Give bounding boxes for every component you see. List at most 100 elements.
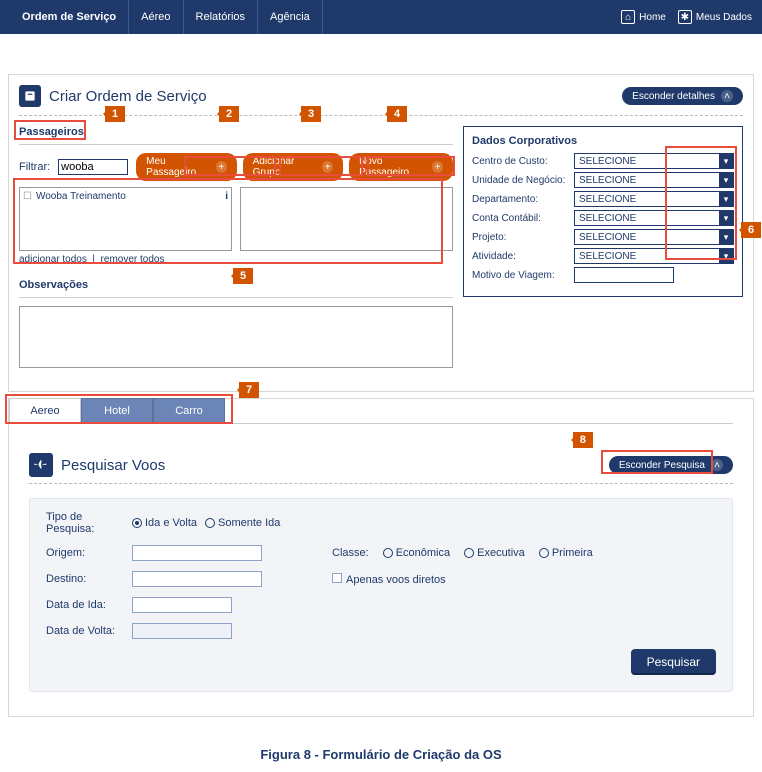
corp-departamento-row: Departamento: SELECIONE ▾ — [472, 191, 734, 207]
diretos-row: Apenas voos diretos — [332, 573, 446, 586]
observations-textarea[interactable] — [19, 306, 453, 368]
home-link[interactable]: ⌂ Home — [621, 10, 666, 24]
figure-caption: Figura 8 - Formulário de Criação da OS — [0, 747, 762, 762]
corp-conta-select[interactable]: SELECIONE ▾ — [574, 210, 734, 226]
my-passenger-button[interactable]: Meu Passageiro + — [136, 153, 236, 181]
hide-details-label: Esconder detalhes — [632, 91, 715, 102]
plus-icon: + — [432, 161, 443, 173]
search-title-row: Pesquisar Voos 8 Esconder Pesquisa ˄ — [29, 453, 733, 477]
plus-icon: + — [216, 161, 227, 173]
data-volta-row: Data de Volta: — [46, 623, 716, 639]
top-nav-left: Ordem de Serviço Aéreo Relatórios Agênci… — [10, 0, 323, 34]
list-item-name: Wooba Treinamento — [36, 191, 126, 202]
panel-title: Criar Ordem de Serviço — [49, 88, 207, 105]
destino-label: Destino: — [46, 573, 132, 585]
home-icon: ⌂ — [621, 10, 635, 24]
corp-select-value: SELECIONE — [579, 156, 636, 167]
passenger-source-list[interactable]: ☐ Wooba Treinamento i — [19, 187, 232, 251]
add-all-link[interactable]: adicionar todos — [19, 254, 87, 265]
nav-agencia[interactable]: Agência — [258, 0, 323, 34]
callout-1: 1 — [105, 106, 125, 122]
data-ida-input[interactable] — [132, 597, 232, 613]
new-passenger-button[interactable]: Novo Passageiro + — [349, 153, 453, 181]
order-icon — [19, 85, 41, 107]
info-icon[interactable]: i — [225, 191, 228, 202]
chevron-up-icon: ˄ — [711, 459, 723, 471]
hide-search-wrap: 8 Esconder Pesquisa ˄ — [609, 456, 733, 474]
new-passenger-label: Novo Passageiro — [359, 156, 426, 178]
data-ida-label: Data de Ida: — [46, 599, 132, 611]
radio-label: Econômica — [396, 547, 450, 559]
corp-motivo-input[interactable] — [574, 267, 674, 283]
observations-section: Observações — [19, 279, 453, 371]
corp-select-value: SELECIONE — [579, 251, 636, 262]
corp-atividade-select[interactable]: SELECIONE ▾ — [574, 248, 734, 264]
destino-input[interactable] — [132, 571, 262, 587]
nav-relatorios[interactable]: Relatórios — [184, 0, 259, 34]
corp-centro-custo-select[interactable]: SELECIONE ▾ — [574, 153, 734, 169]
corp-label: Atividade: — [472, 251, 570, 262]
tab-aereo[interactable]: Aereo — [9, 398, 81, 423]
radio-ida-volta[interactable]: Ida e Volta — [132, 517, 197, 529]
tipo-label: Tipo de Pesquisa: — [46, 511, 132, 535]
data-volta-input[interactable] — [132, 623, 232, 639]
origem-label: Origem: — [46, 547, 132, 559]
corp-label: Unidade de Negócio: — [472, 175, 570, 186]
plus-icon: + — [322, 161, 333, 173]
hide-search-button[interactable]: Esconder Pesquisa ˄ — [609, 456, 733, 474]
search-button[interactable]: Pesquisar — [631, 649, 716, 675]
filter-input[interactable] — [58, 159, 128, 175]
passengers-section-title: Passageiros — [19, 126, 453, 138]
passenger-target-list[interactable] — [240, 187, 453, 251]
meus-dados-link[interactable]: ✱ Meus Dados — [678, 10, 752, 24]
list-item[interactable]: ☐ Wooba Treinamento i — [23, 191, 228, 202]
corp-projeto-select[interactable]: SELECIONE ▾ — [574, 229, 734, 245]
radio-executiva[interactable]: Executiva — [464, 547, 525, 559]
corp-select-value: SELECIONE — [579, 213, 636, 224]
corp-select-value: SELECIONE — [579, 194, 636, 205]
filter-label: Filtrar: — [19, 161, 50, 173]
observations-title: Observações — [19, 279, 453, 291]
corporate-title: Dados Corporativos — [472, 135, 734, 147]
nav-ordem-servico[interactable]: Ordem de Serviço — [10, 0, 129, 34]
remove-all-link[interactable]: remover todos — [101, 254, 165, 265]
corp-motivo-row: Motivo de Viagem: — [472, 267, 734, 283]
corp-centro-custo-row: Centro de Custo: SELECIONE ▾ — [472, 153, 734, 169]
corp-label: Motivo de Viagem: — [472, 270, 570, 281]
corp-unidade-select[interactable]: SELECIONE ▾ — [574, 172, 734, 188]
chevron-down-icon: ▾ — [719, 154, 733, 168]
search-form: Tipo de Pesquisa: Ida e Volta Somente Id… — [29, 498, 733, 692]
origem-input[interactable] — [132, 545, 262, 561]
classe-row: Classe: Econômica Executiva Primeira — [332, 547, 593, 559]
corp-departamento-select[interactable]: SELECIONE ▾ — [574, 191, 734, 207]
tabs: Aereo Hotel Carro — [9, 398, 733, 424]
add-group-label: Adicionar Grupo — [253, 156, 317, 178]
hide-details-button[interactable]: Esconder detalhes ˄ — [622, 87, 743, 105]
radio-economica[interactable]: Econômica — [383, 547, 450, 559]
tab-carro[interactable]: Carro — [153, 398, 225, 423]
chevron-down-icon: ▾ — [719, 192, 733, 206]
passenger-lists: ☐ Wooba Treinamento i — [19, 187, 453, 251]
panel-title-row: Criar Ordem de Serviço Esconder detalhes… — [19, 85, 743, 107]
nav-aereo[interactable]: Aéreo — [129, 0, 183, 34]
columns: Passageiros Filtrar: Meu Passageiro + Ad… — [19, 126, 743, 371]
callout-8: 8 — [573, 432, 593, 448]
passenger-buttons: Meu Passageiro + Adicionar Grupo + Novo … — [136, 153, 453, 181]
search-title: Pesquisar Voos — [61, 457, 165, 474]
search-panel: Aereo Hotel Carro 7 Pesquisar Voos 8 Esc… — [8, 398, 754, 717]
radio-somente-ida[interactable]: Somente Ida — [205, 517, 280, 529]
add-group-button[interactable]: Adicionar Grupo + — [243, 153, 343, 181]
checkbox-diretos[interactable]: Apenas voos diretos — [332, 573, 446, 586]
plane-icon — [29, 453, 53, 477]
right-column: Dados Corporativos Centro de Custo: SELE… — [463, 126, 743, 371]
radio-primeira[interactable]: Primeira — [539, 547, 593, 559]
tipo-pesquisa-row: Tipo de Pesquisa: Ida e Volta Somente Id… — [46, 511, 716, 535]
my-passenger-label: Meu Passageiro — [146, 156, 210, 178]
corporate-data-box: Dados Corporativos Centro de Custo: SELE… — [463, 126, 743, 297]
corp-label: Departamento: — [472, 194, 570, 205]
callout-3: 3 — [301, 106, 321, 122]
checkbox-label: Apenas voos diretos — [346, 574, 446, 586]
radio-label: Ida e Volta — [145, 517, 197, 529]
destino-row: Destino: Apenas voos diretos — [46, 571, 716, 587]
tab-hotel[interactable]: Hotel — [81, 398, 153, 423]
